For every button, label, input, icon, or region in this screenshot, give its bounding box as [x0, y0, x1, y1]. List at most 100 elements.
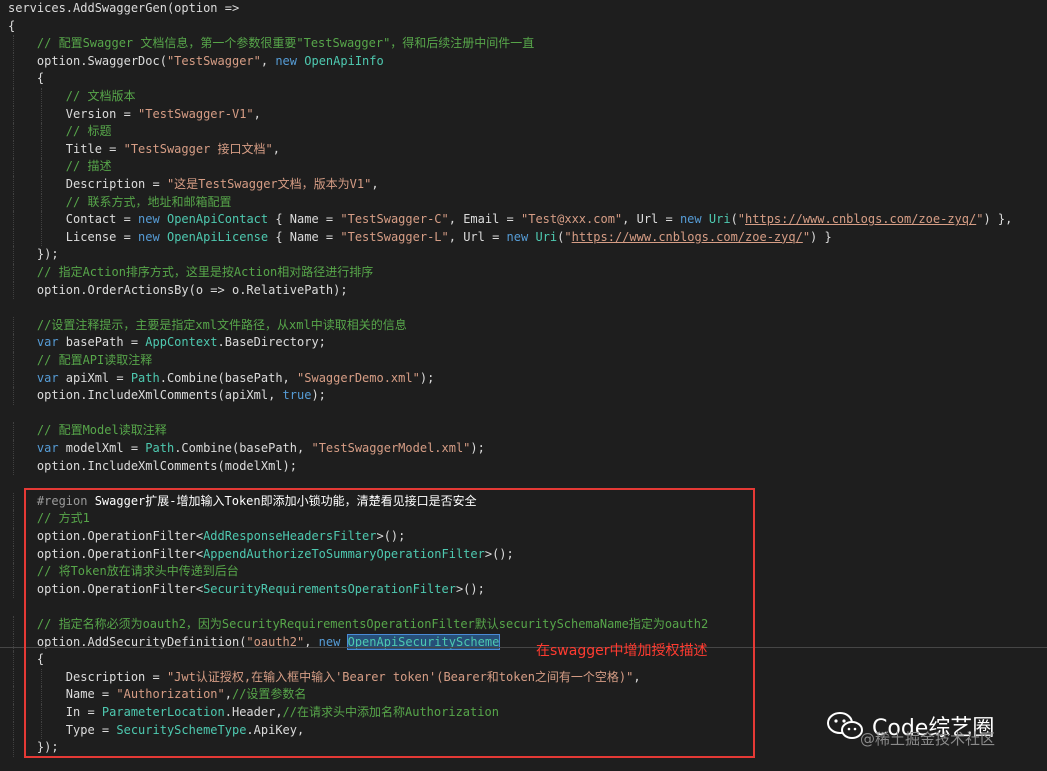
code-token: "	[802, 229, 811, 244]
code-line: Description = "这是TestSwagger文档，版本为V1",	[0, 176, 1047, 194]
code-token: ) }	[810, 229, 832, 244]
code-token: , Email =	[448, 212, 521, 227]
code-token: , Url =	[622, 212, 680, 227]
code-token: ) },	[983, 212, 1013, 227]
indent-guide	[41, 140, 42, 159]
code-token: ,	[272, 141, 280, 156]
code-token: basePath =	[58, 335, 146, 350]
code-line: // 文档版本	[0, 88, 1047, 106]
code-token: Version =	[8, 106, 139, 121]
code-token: "TestSwagger"	[166, 53, 261, 68]
indent-guide	[13, 651, 14, 669]
code-line: });	[0, 246, 1047, 264]
code-token: // 配置Swagger 文档信息，第一个参数很重要"TestSwagger"，…	[8, 36, 535, 51]
code-line: //设置注释提示，主要是指定xml文件路径，从xml中读取相关的信息	[0, 316, 1047, 335]
code-token: option.IncludeXmlComments(apiXml,	[8, 388, 283, 403]
indent-guide	[41, 193, 42, 212]
code-token: ,	[253, 106, 261, 121]
code-line: // 配置Swagger 文档信息，第一个参数很重要"TestSwagger"，…	[0, 35, 1047, 53]
code-token: "TestSwagger 接口文档"	[123, 141, 273, 156]
code-token: "TestSwaggerModel.xml"	[311, 441, 471, 455]
code-token: "	[564, 229, 572, 244]
code-token: OpenApiInfo	[304, 53, 384, 68]
code-token: .BaseDirectory;	[217, 335, 326, 350]
code-line: var modelXml = Path.Combine(basePath, "T…	[0, 440, 1047, 458]
code-token: "	[737, 212, 746, 227]
code-token: );	[311, 388, 326, 403]
indent-guide	[13, 704, 14, 722]
code-token: ,	[371, 177, 379, 191]
code-token: var	[8, 335, 59, 350]
code-token: option.OrderActionsBy(o => o.RelativePat…	[8, 282, 348, 297]
code-token: //设置注释提示，主要是指定xml文件路径，从xml中读取相关的信息	[8, 317, 407, 332]
indent-guide	[13, 176, 14, 194]
indent-guide	[13, 264, 14, 282]
indent-guide	[41, 123, 42, 141]
code-line: License = new OpenApiLicense { Name = "T…	[0, 228, 1047, 247]
code-token[interactable]: https://www.cnblogs.com/zoe-zyq/	[745, 212, 976, 226]
indent-guide	[13, 281, 14, 300]
code-line: // 描述	[0, 158, 1047, 176]
code-token[interactable]: https://www.cnblogs.com/zoe-zyq/	[572, 230, 803, 244]
code-line: // 配置Model读取注释	[0, 422, 1047, 440]
code-token: option.SwaggerDoc(	[8, 53, 167, 68]
indent-guide	[13, 228, 14, 247]
code-token: );	[419, 370, 435, 385]
indent-guide	[41, 88, 42, 106]
code-token: {	[8, 18, 16, 33]
code-line: option.IncludeXmlComments(modelXml);	[0, 457, 1047, 476]
indent-guide	[13, 369, 14, 388]
watermark-subtitle: @稀土掘金技术社区	[860, 730, 996, 748]
code-token: AppContext	[145, 335, 218, 350]
code-token: // 配置Model读取注释	[8, 423, 167, 438]
code-token: "TestSwagger-L"	[340, 229, 449, 244]
code-token: services.AddSwaggerGen(option =>	[8, 1, 240, 15]
code-token: modelXml =	[58, 441, 146, 455]
indent-guide	[13, 193, 14, 212]
code-token: // 指定Action排序方式，这里是按Action相对路径进行排序	[8, 265, 374, 279]
code-line: var basePath = AppContext.BaseDirectory;	[0, 334, 1047, 352]
code-line: // 联系方式，地址和邮箱配置	[0, 193, 1047, 212]
code-line: services.AddSwaggerGen(option =>	[0, 0, 1047, 18]
code-token: new	[138, 229, 160, 244]
code-token: License =	[8, 229, 139, 244]
indent-guide	[13, 88, 14, 106]
indent-guide	[13, 616, 14, 634]
code-token: Title =	[8, 141, 124, 156]
indent-guide	[41, 211, 42, 229]
code-token: apiXml =	[58, 370, 131, 385]
code-token: // 文档版本	[8, 89, 136, 103]
indent-guide	[13, 70, 14, 88]
code-token: "这是TestSwagger文档，版本为V1"	[166, 177, 372, 191]
code-token: .Combine(basePath,	[159, 370, 298, 385]
indent-guide	[41, 228, 42, 247]
indent-guide	[13, 140, 14, 159]
indent-guide	[41, 176, 42, 194]
code-token: });	[8, 247, 59, 262]
code-token: { Name =	[268, 229, 341, 244]
code-token: ,	[260, 53, 276, 68]
code-token: // 配置API读取注释	[8, 353, 153, 367]
code-line: {	[0, 70, 1047, 88]
code-line: Version = "TestSwagger-V1",	[0, 105, 1047, 124]
indent-guide	[13, 633, 14, 652]
indent-guide	[13, 316, 14, 335]
code-token: var	[8, 441, 59, 455]
code-token: "Test@xxx.com"	[521, 212, 623, 227]
indent-guide	[41, 158, 42, 176]
code-token: Path	[145, 441, 175, 455]
indent-guide	[13, 739, 14, 757]
code-line: // 标题	[0, 123, 1047, 141]
code-token: Description =	[8, 177, 167, 191]
indent-guide	[13, 105, 14, 124]
indent-guide	[13, 35, 14, 53]
code-line: // 配置API读取注释	[0, 352, 1047, 370]
code-token: Contact =	[8, 212, 139, 227]
annotation-label: 在swagger中增加授权描述	[536, 643, 708, 659]
code-line: {	[0, 18, 1047, 36]
indent-guide	[13, 211, 14, 229]
code-token: (	[730, 212, 738, 227]
indent-guide	[41, 105, 42, 124]
